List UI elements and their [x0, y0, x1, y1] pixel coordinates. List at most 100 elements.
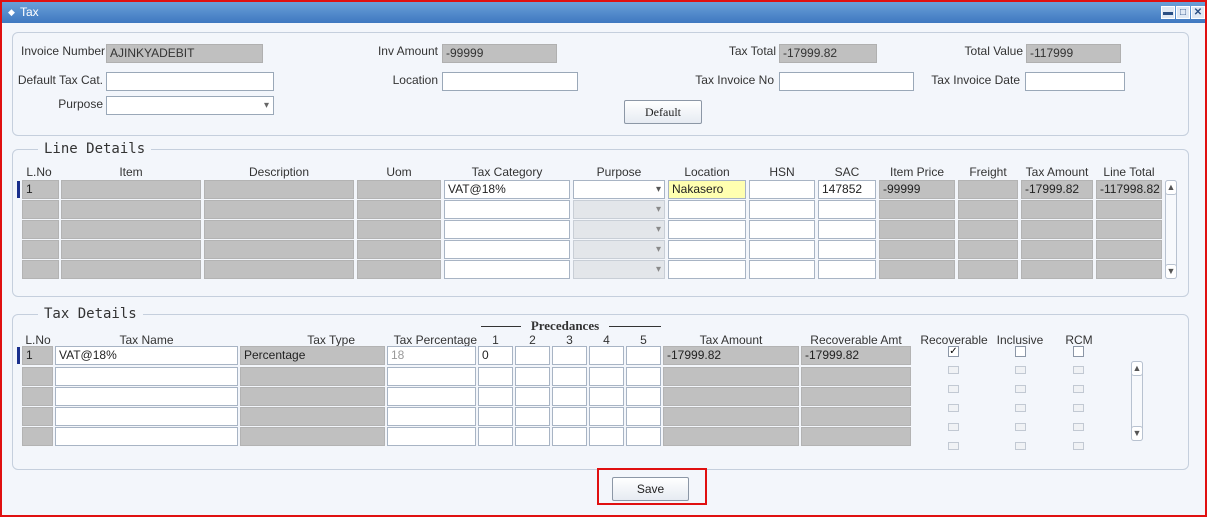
precedance-2-cell[interactable] [515, 367, 550, 386]
line-sac-cell[interactable] [818, 260, 876, 279]
line-lno-cell[interactable] [22, 240, 59, 259]
line-total-cell[interactable] [1096, 260, 1162, 279]
line-freight-cell[interactable] [958, 240, 1018, 259]
line-purpose-dropdown[interactable] [573, 200, 665, 219]
tax-name-cell[interactable] [55, 387, 238, 406]
tax-percentage-cell[interactable] [387, 387, 476, 406]
line-description-cell[interactable] [204, 220, 354, 239]
line-location-cell[interactable]: Nakasero [668, 180, 746, 199]
tax-percentage-cell[interactable] [387, 367, 476, 386]
precedance-4-cell[interactable] [589, 367, 624, 386]
line-purpose-dropdown[interactable] [573, 260, 665, 279]
tax-amount-cell[interactable] [663, 427, 799, 446]
rcm-checkbox[interactable] [1073, 442, 1084, 450]
line-lno-cell[interactable]: 1 [22, 180, 59, 199]
line-item-cell[interactable] [61, 240, 201, 259]
tax-lno-cell[interactable] [22, 407, 53, 426]
inclusive-checkbox[interactable] [1015, 385, 1026, 393]
tax-total-field[interactable]: -17999.82 [779, 44, 877, 63]
precedance-2-cell[interactable] [515, 427, 550, 446]
tax-percentage-cell[interactable]: 18 [387, 346, 476, 365]
purpose-dropdown[interactable] [106, 96, 274, 115]
scroll-down-icon[interactable]: ▼ [1131, 426, 1143, 441]
line-item-price-cell[interactable] [879, 240, 955, 259]
recoverable-checkbox[interactable] [948, 423, 959, 431]
line-location-cell[interactable] [668, 240, 746, 259]
line-freight-cell[interactable] [958, 220, 1018, 239]
tax-name-cell[interactable] [55, 427, 238, 446]
precedance-2-cell[interactable] [515, 407, 550, 426]
recoverable-checkbox[interactable] [948, 404, 959, 412]
precedance-5-cell[interactable] [626, 346, 661, 365]
precedance-5-cell[interactable] [626, 367, 661, 386]
precedance-3-cell[interactable] [552, 407, 587, 426]
save-button[interactable]: Save [612, 477, 689, 501]
default-tax-cat-field[interactable] [106, 72, 274, 91]
line-uom-cell[interactable] [357, 240, 441, 259]
line-tax-category-cell[interactable]: VAT@18% [444, 180, 570, 199]
scroll-up-icon[interactable]: ▲ [1165, 180, 1177, 195]
line-location-cell[interactable] [668, 220, 746, 239]
precedance-4-cell[interactable] [589, 346, 624, 365]
tax-lno-cell[interactable] [22, 387, 53, 406]
precedance-3-cell[interactable] [552, 367, 587, 386]
line-uom-cell[interactable] [357, 220, 441, 239]
total-value-field[interactable]: -117999 [1026, 44, 1121, 63]
line-sac-cell[interactable] [818, 220, 876, 239]
recoverable-amt-cell[interactable] [801, 387, 911, 406]
tax-amount-cell[interactable] [663, 367, 799, 386]
tax-type-cell[interactable] [240, 367, 385, 386]
tax-name-cell[interactable] [55, 367, 238, 386]
line-item-price-cell[interactable] [879, 220, 955, 239]
inclusive-checkbox[interactable] [1015, 366, 1026, 374]
inv-amount-field[interactable]: -99999 [442, 44, 557, 63]
line-lno-cell[interactable] [22, 260, 59, 279]
precedance-5-cell[interactable] [626, 427, 661, 446]
line-hsn-cell[interactable] [749, 220, 815, 239]
precedance-2-cell[interactable] [515, 387, 550, 406]
line-purpose-dropdown[interactable] [573, 240, 665, 259]
line-total-cell[interactable] [1096, 240, 1162, 259]
tax-invoice-date-field[interactable] [1025, 72, 1125, 91]
rcm-checkbox[interactable] [1073, 423, 1084, 431]
recoverable-amt-cell[interactable]: -17999.82 [801, 346, 911, 365]
recoverable-amt-cell[interactable] [801, 407, 911, 426]
line-freight-cell[interactable] [958, 200, 1018, 219]
precedance-4-cell[interactable] [589, 407, 624, 426]
line-tax-amount-cell[interactable] [1021, 260, 1093, 279]
line-description-cell[interactable] [204, 200, 354, 219]
line-sac-cell[interactable]: 147852 [818, 180, 876, 199]
inclusive-checkbox[interactable] [1015, 346, 1026, 357]
line-description-cell[interactable] [204, 240, 354, 259]
line-tax-category-cell[interactable] [444, 240, 570, 259]
line-total-cell[interactable]: -117998.82 [1096, 180, 1162, 199]
line-sac-cell[interactable] [818, 240, 876, 259]
inclusive-checkbox[interactable] [1015, 423, 1026, 431]
line-tax-amount-cell[interactable] [1021, 220, 1093, 239]
line-location-cell[interactable] [668, 200, 746, 219]
line-tax-category-cell[interactable] [444, 220, 570, 239]
precedance-5-cell[interactable] [626, 387, 661, 406]
precedance-1-cell[interactable] [478, 407, 513, 426]
default-button[interactable]: Default [624, 100, 702, 124]
recoverable-amt-cell[interactable] [801, 367, 911, 386]
line-sac-cell[interactable] [818, 200, 876, 219]
tax-amount-cell[interactable]: -17999.82 [663, 346, 799, 365]
tax-lno-cell[interactable]: 1 [22, 346, 53, 365]
tax-percentage-cell[interactable] [387, 407, 476, 426]
line-hsn-cell[interactable] [749, 260, 815, 279]
location-field[interactable] [442, 72, 578, 91]
tax-type-cell[interactable] [240, 407, 385, 426]
tax-lno-cell[interactable] [22, 367, 53, 386]
precedance-1-cell[interactable] [478, 427, 513, 446]
line-item-price-cell[interactable] [879, 200, 955, 219]
line-hsn-cell[interactable] [749, 240, 815, 259]
invoice-number-field[interactable]: AJINKYADEBIT [106, 44, 263, 63]
tax-amount-cell[interactable] [663, 387, 799, 406]
line-item-cell[interactable] [61, 220, 201, 239]
line-total-cell[interactable] [1096, 220, 1162, 239]
rcm-checkbox[interactable] [1073, 366, 1084, 374]
tax-type-cell[interactable] [240, 427, 385, 446]
line-location-cell[interactable] [668, 260, 746, 279]
precedance-2-cell[interactable] [515, 346, 550, 365]
